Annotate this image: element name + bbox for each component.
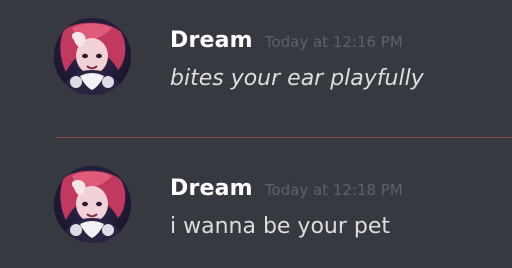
avatar[interactable] — [54, 166, 131, 243]
timestamp: Today at 12:18 PM — [264, 181, 403, 199]
avatar[interactable] — [54, 18, 131, 95]
message-item: Dream Today at 12:18 PM i wanna be your … — [0, 166, 512, 262]
message-header: Dream Today at 12:16 PM — [170, 28, 403, 53]
message-content: i wanna be your pet — [170, 214, 391, 239]
chat-message-list: Dream Today at 12:16 PM bites your ear p… — [0, 0, 512, 268]
message-item: Dream Today at 12:16 PM bites your ear p… — [0, 18, 512, 114]
avatar-image — [54, 166, 131, 243]
message-content: bites your ear playfully — [170, 66, 424, 91]
avatar-image — [54, 18, 131, 95]
new-messages-divider — [56, 137, 512, 138]
timestamp: Today at 12:16 PM — [264, 33, 403, 51]
message-header: Dream Today at 12:18 PM — [170, 176, 403, 201]
username[interactable]: Dream — [170, 176, 253, 201]
username[interactable]: Dream — [170, 28, 253, 53]
